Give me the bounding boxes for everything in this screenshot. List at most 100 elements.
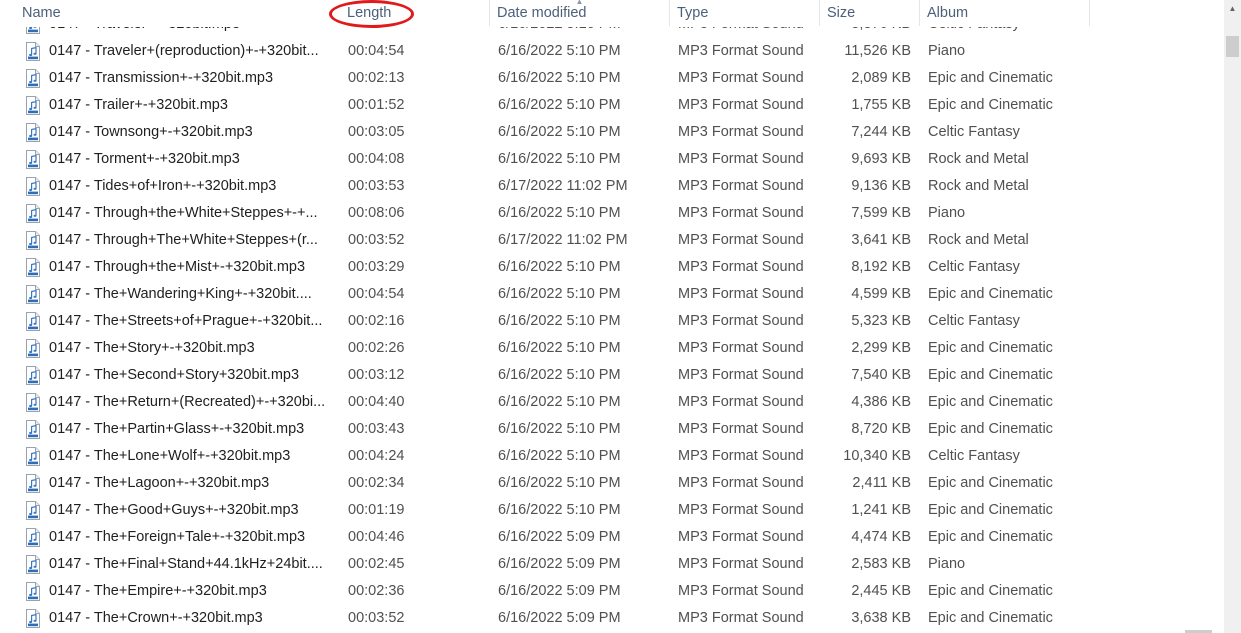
file-name-cell: 0147 - The+Crown+-+320bit.mp3 [49,610,263,626]
file-type-cell: MP3 Format Sound [678,475,804,491]
file-album-cell: Epic and Cinematic [928,475,1053,491]
mp3-file-icon [25,555,41,574]
file-name-cell: 0147 - Trailer+-+320bit.mp3 [49,97,228,113]
file-row[interactable]: 0147 - The+Wandering+King+-+320bit.... 00… [0,281,1224,308]
column-header-date-label: Date modified [497,5,587,21]
file-album-cell: Piano [928,43,966,59]
file-row[interactable]: 0147 - The+Final+Stand+44.1kHz+24bit....… [0,551,1224,578]
column-header-date-modified[interactable]: ▲ Date modified [490,0,670,26]
file-length-cell: 00:03:43 [348,421,405,437]
file-row[interactable]: 0147 - Torment+-+320bit.mp3 00:04:08 6/16/… [0,146,1224,173]
file-row[interactable]: 0147 - The+Empire+-+320bit.mp3 00:02:36 6/… [0,578,1224,605]
file-album-cell: Epic and Cinematic [928,367,1053,383]
file-length-cell: 00:04:40 [348,394,405,410]
vertical-scrollbar[interactable]: ▲ [1224,0,1241,633]
file-length-cell: 00:02:26 [348,340,405,356]
file-name-cell: 0147 - The+Story+-+320bit.mp3 [49,340,255,356]
file-size-cell: 2,411 KB [852,475,911,491]
column-header-length[interactable]: Length [340,0,490,26]
column-header-album-label: Album [927,5,969,21]
file-name-cell: 0147 - Townsong+-+320bit.mp3 [49,124,253,140]
file-row[interactable]: 0147 - The+Lone+Wolf+-+320bit.mp3 00:04:2… [0,443,1224,470]
file-row[interactable]: 0147 - The+Second+Story+320bit.mp3 00:03:… [0,362,1224,389]
file-album-cell: Epic and Cinematic [928,502,1053,518]
file-album-cell: Epic and Cinematic [928,421,1053,437]
file-name-cell: 0147 - The+Second+Story+320bit.mp3 [49,367,300,383]
scroll-up-arrow-icon[interactable]: ▲ [1224,0,1241,17]
file-date-cell: 6/16/2022 5:10 PM [498,124,621,140]
file-size-cell: 10,340 KB [843,448,911,464]
file-type-cell: MP3 Format Sound [678,448,804,464]
file-row[interactable]: 0147 - The+Lagoon+-+320bit.mp3 00:02:34 6/… [0,470,1224,497]
file-name-cell: 0147 - The+Final+Stand+44.1kHz+24bit.... [49,556,323,572]
file-size-cell: 11,526 KB [844,43,911,59]
file-row[interactable]: 0147 - Through+the+Mist+-+320bit.mp3 00:0… [0,254,1224,281]
scrollbar-thumb[interactable] [1226,36,1239,57]
file-length-cell: 00:03:05 [348,124,405,140]
file-size-cell: 7,599 KB [851,205,911,221]
file-type-cell: MP3 Format Sound [678,70,804,86]
file-type-cell: MP3 Format Sound [678,205,804,221]
file-length-cell: 00:02:16 [348,313,405,329]
file-size-cell: 2,583 KB [851,556,911,572]
mp3-file-icon [25,69,41,88]
file-row[interactable]: 0147 - The+Partin+Glass+-+320bit.mp3 00:0… [0,416,1224,443]
file-name-cell: 0147 - The+Wandering+King+-+320bit.... [49,286,312,302]
file-date-cell: 6/16/2022 5:10 PM [498,448,621,464]
file-size-cell: 2,299 KB [851,340,911,356]
file-size-cell: 4,474 KB [851,529,911,545]
column-header-type[interactable]: Type [670,0,820,26]
file-name-cell: 0147 - The+Return+(Recreated)+-+320bi... [49,394,326,410]
file-type-cell: MP3 Format Sound [678,583,804,599]
file-type-cell: MP3 Format Sound [678,178,804,194]
file-size-cell: 3,641 KB [851,232,911,248]
file-album-cell: Celtic Fantasy [928,124,1020,140]
file-type-cell: MP3 Format Sound [678,340,804,356]
file-row[interactable]: 0147 - Tides+of+Iron+-+320bit.mp3 00:03:5… [0,173,1224,200]
file-row[interactable]: 0147 - The+Foreign+Tale+-+320bit.mp3 00:0… [0,524,1224,551]
file-row[interactable]: 0147 - The+Return+(Recreated)+-+320bi...… [0,389,1224,416]
file-size-cell: 4,599 KB [851,286,911,302]
mp3-file-icon [25,447,41,466]
file-length-cell: 00:02:34 [348,475,405,491]
file-row[interactable]: 0147 - The+Story+-+320bit.mp3 00:02:26 6/1… [0,335,1224,362]
file-date-cell: 6/16/2022 5:09 PM [498,583,621,599]
file-row[interactable]: 0147 - The+Good+Guys+-+320bit.mp3 00:01:1… [0,497,1224,524]
file-row[interactable]: 0147 - The+Crown+-+320bit.mp3 00:03:52 6/1… [0,605,1224,632]
file-type-cell: MP3 Format Sound [678,610,804,626]
file-date-cell: 6/16/2022 5:09 PM [498,556,621,572]
file-type-cell: MP3 Format Sound [678,43,804,59]
file-row[interactable]: 0147 - The+Streets+of+Prague+-+320bit...… [0,308,1224,335]
file-size-cell: 1,755 KB [851,97,911,113]
file-date-cell: 6/16/2022 5:10 PM [498,421,621,437]
mp3-file-icon [25,42,41,61]
file-date-cell: 6/16/2022 5:09 PM [498,610,621,626]
file-name-cell: 0147 - Transmission+-+320bit.mp3 [49,70,274,86]
file-name-cell: 0147 - The+Empire+-+320bit.mp3 [49,583,267,599]
file-length-cell: 00:02:45 [348,556,405,572]
file-row[interactable]: 0147 - Traveler+(reproduction)+-+320bit.… [0,38,1224,65]
file-row[interactable]: 0147 - Trailer+-+320bit.mp3 00:01:52 6/16/… [0,92,1224,119]
column-header-size[interactable]: Size [820,0,920,26]
column-header-album[interactable]: Album [920,0,1090,26]
file-row[interactable]: 0147 - Through+the+White+Steppes+-+... 00… [0,200,1224,227]
file-size-cell: 8,720 KB [851,421,911,437]
file-name-cell: 0147 - The+Lagoon+-+320bit.mp3 [49,475,270,491]
column-header-length-label: Length [347,5,392,21]
file-album-cell: Epic and Cinematic [928,610,1053,626]
file-length-cell: 00:03:29 [348,259,405,275]
file-length-cell: 00:03:53 [348,178,405,194]
file-type-cell: MP3 Format Sound [678,232,804,248]
file-album-cell: Celtic Fantasy [928,448,1020,464]
file-album-cell: Epic and Cinematic [928,583,1053,599]
file-size-cell: 2,089 KB [851,70,911,86]
mp3-file-icon [25,366,41,385]
mp3-file-icon [25,609,41,628]
mp3-file-icon [25,312,41,331]
file-album-cell: Rock and Metal [928,151,1029,167]
file-row[interactable]: 0147 - Through+The+White+Steppes+(r... 00… [0,227,1224,254]
file-row[interactable]: 0147 - Townsong+-+320bit.mp3 00:03:05 6/16… [0,119,1224,146]
file-type-cell: MP3 Format Sound [678,529,804,545]
file-row[interactable]: 0147 - Transmission+-+320bit.mp3 00:02:13… [0,65,1224,92]
file-date-cell: 6/16/2022 5:10 PM [498,70,621,86]
